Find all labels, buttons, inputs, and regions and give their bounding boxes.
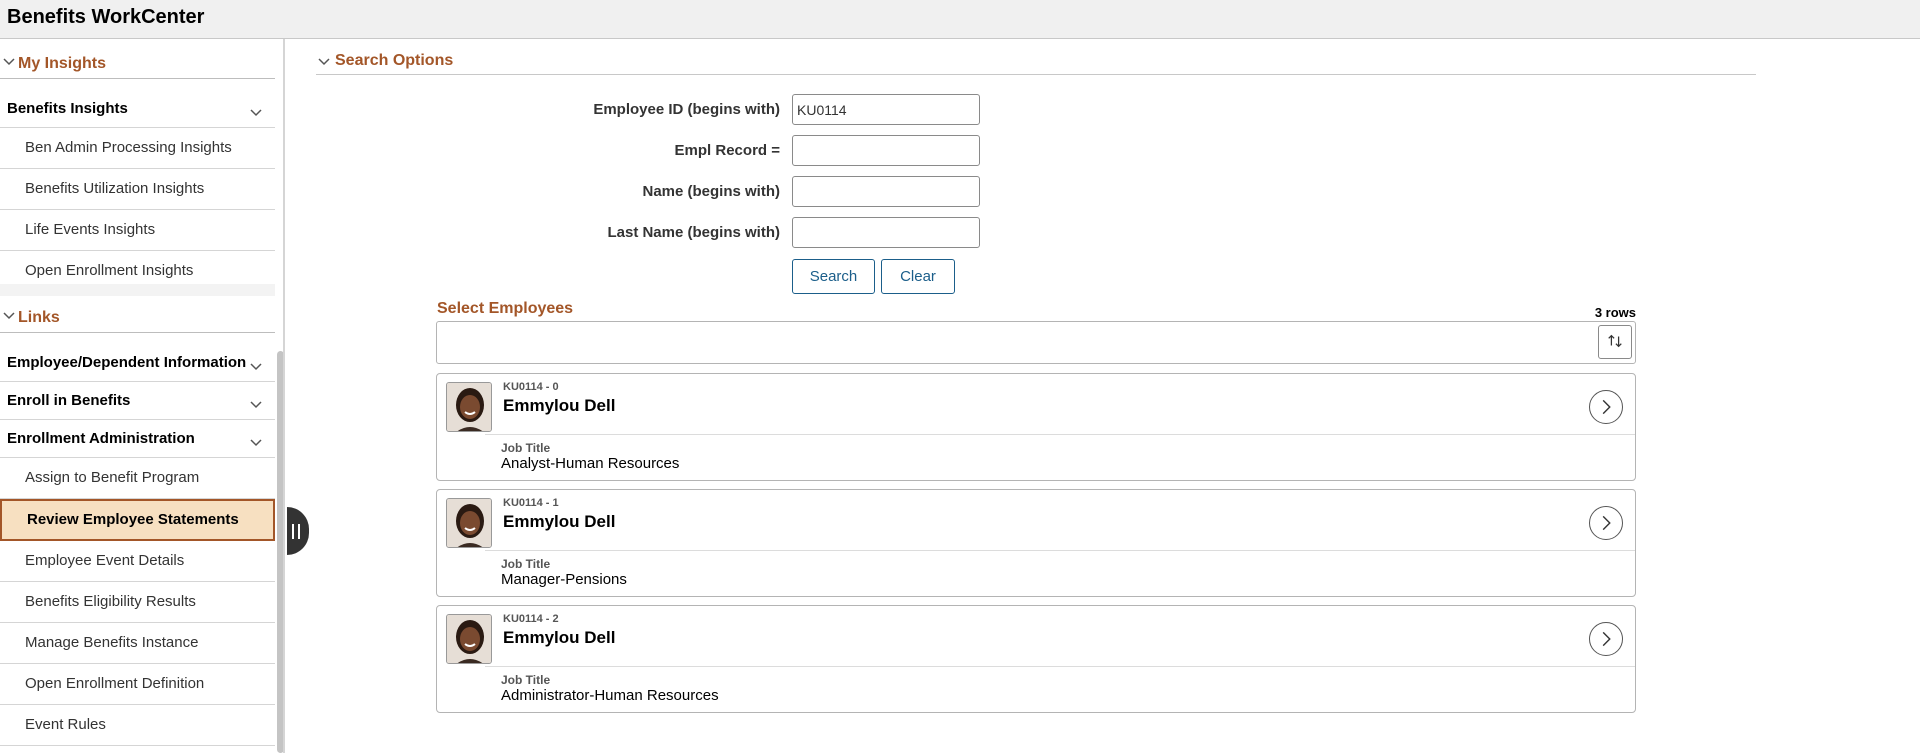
chevron-down-icon bbox=[250, 363, 262, 371]
employee-card[interactable]: KU0114 - 1 Emmylou Dell Job Title Manage… bbox=[436, 489, 1636, 597]
employee-photo bbox=[446, 498, 492, 548]
sidebar-item-label: Open Enrollment Definition bbox=[25, 675, 205, 692]
open-employee-button[interactable] bbox=[1589, 506, 1623, 540]
sidebar-item-label: Event Rules bbox=[25, 716, 106, 733]
last-name-input[interactable] bbox=[792, 217, 980, 248]
open-employee-button[interactable] bbox=[1589, 622, 1623, 656]
last-name-label: Last Name (begins with) bbox=[607, 224, 780, 241]
name-input[interactable] bbox=[792, 176, 980, 207]
employee-id-input[interactable] bbox=[792, 94, 980, 125]
divider bbox=[485, 550, 1635, 551]
clear-button[interactable]: Clear bbox=[881, 259, 955, 294]
sidebar-item-label: Benefits Utilization Insights bbox=[25, 180, 205, 197]
employee-id: KU0114 - 1 bbox=[503, 497, 559, 509]
chevron-down-icon bbox=[318, 58, 330, 66]
employee-photo bbox=[446, 614, 492, 664]
sidebar-item-assign-to-benefit-program[interactable]: Assign to Benefit Program bbox=[0, 458, 275, 499]
select-employees-title: Select Employees bbox=[437, 300, 574, 317]
title-bar: Benefits WorkCenter bbox=[0, 0, 1920, 39]
name-label: Name (begins with) bbox=[642, 183, 780, 200]
search-options-header[interactable]: Search Options bbox=[316, 50, 1756, 75]
search-button[interactable]: Search bbox=[792, 259, 875, 294]
job-title-value: Analyst-Human Resources bbox=[501, 455, 680, 472]
sidebar-item-event-rules[interactable]: Event Rules bbox=[0, 705, 275, 746]
chevron-right-icon bbox=[1602, 515, 1611, 531]
sidebar: My Insights Benefits Insights Ben Admin … bbox=[0, 39, 285, 753]
chevron-down-icon bbox=[250, 401, 262, 409]
empl-record-label: Empl Record = bbox=[674, 142, 780, 159]
sidebar-item-ben-admin-processing-insights[interactable]: Ben Admin Processing Insights bbox=[0, 128, 275, 169]
search-options-title: Search Options bbox=[335, 52, 454, 69]
section-separator bbox=[0, 284, 275, 296]
employee-dependent-information-header[interactable]: Employee/Dependent Information bbox=[0, 344, 275, 382]
employee-card[interactable]: KU0114 - 0 Emmylou Dell Job Title Analys… bbox=[436, 373, 1636, 481]
job-title-value: Manager-Pensions bbox=[501, 571, 627, 588]
job-title-label: Job Title bbox=[501, 441, 551, 455]
sidebar-item-benefits-utilization-insights[interactable]: Benefits Utilization Insights bbox=[0, 169, 275, 210]
enroll-in-benefits-label: Enroll in Benefits bbox=[7, 392, 131, 409]
chevron-right-icon bbox=[1602, 399, 1611, 415]
chevron-right-icon bbox=[1602, 631, 1611, 647]
employee-name: Emmylou Dell bbox=[503, 512, 616, 531]
sidebar-item-label: Life Events Insights bbox=[25, 221, 156, 238]
my-insights-header[interactable]: My Insights bbox=[0, 49, 275, 79]
job-title-label: Job Title bbox=[501, 673, 551, 687]
sidebar-item-label: Benefits Eligibility Results bbox=[25, 593, 196, 610]
row-count: 3 rows bbox=[1594, 305, 1636, 320]
links-header[interactable]: Links bbox=[0, 303, 275, 333]
employee-id: KU0114 - 0 bbox=[503, 381, 559, 393]
sidebar-item-review-employee-statements[interactable]: Review Employee Statements bbox=[0, 499, 275, 541]
chevron-down-icon bbox=[250, 109, 262, 117]
employee-card[interactable]: KU0114 - 2 Emmylou Dell Job Title Admini… bbox=[436, 605, 1636, 713]
employee-name: Emmylou Dell bbox=[503, 628, 616, 647]
sidebar-collapse-handle[interactable] bbox=[287, 507, 309, 555]
employee-id: KU0114 - 2 bbox=[503, 613, 559, 625]
benefits-insights-label: Benefits Insights bbox=[7, 100, 128, 117]
page-title: Benefits WorkCenter bbox=[7, 6, 205, 28]
enroll-in-benefits-header[interactable]: Enroll in Benefits bbox=[0, 382, 275, 420]
divider bbox=[485, 666, 1635, 667]
chevron-down-icon bbox=[3, 58, 15, 66]
open-employee-button[interactable] bbox=[1589, 390, 1623, 424]
divider bbox=[485, 434, 1635, 435]
sidebar-item-employee-event-details[interactable]: Employee Event Details bbox=[0, 541, 275, 582]
sidebar-scrollbar[interactable] bbox=[277, 351, 283, 753]
empl-record-input[interactable] bbox=[792, 135, 980, 166]
links-label: Links bbox=[18, 309, 60, 326]
sort-icon bbox=[1608, 334, 1622, 347]
sidebar-item-label: Ben Admin Processing Insights bbox=[25, 139, 232, 156]
sidebar-item-life-events-insights[interactable]: Life Events Insights bbox=[0, 210, 275, 251]
splitter-icon bbox=[292, 524, 300, 539]
sidebar-item-manage-benefits-instance[interactable]: Manage Benefits Instance bbox=[0, 623, 275, 664]
job-title-value: Administrator-Human Resources bbox=[501, 687, 719, 704]
sidebar-item-label: Review Employee Statements bbox=[27, 511, 239, 528]
employee-name: Emmylou Dell bbox=[503, 396, 616, 415]
my-insights-label: My Insights bbox=[18, 55, 107, 72]
sidebar-item-open-enrollment-definition[interactable]: Open Enrollment Definition bbox=[0, 664, 275, 705]
enrollment-administration-label: Enrollment Administration bbox=[7, 430, 195, 447]
enrollment-administration-header[interactable]: Enrollment Administration bbox=[0, 420, 275, 458]
sidebar-item-label: Employee Event Details bbox=[25, 552, 185, 569]
employee-dependent-label: Employee/Dependent Information bbox=[7, 354, 247, 371]
grid-toolbar bbox=[436, 321, 1636, 364]
employee-photo bbox=[446, 382, 492, 432]
sort-button[interactable] bbox=[1598, 325, 1632, 359]
job-title-label: Job Title bbox=[501, 557, 551, 571]
sidebar-item-label: Manage Benefits Instance bbox=[25, 634, 199, 651]
sidebar-item-benefits-eligibility-results[interactable]: Benefits Eligibility Results bbox=[0, 582, 275, 623]
sidebar-item-label: Assign to Benefit Program bbox=[25, 469, 200, 486]
employee-id-label: Employee ID (begins with) bbox=[593, 101, 780, 118]
benefits-insights-header[interactable]: Benefits Insights bbox=[0, 90, 275, 128]
chevron-down-icon bbox=[250, 439, 262, 447]
sidebar-item-label: Open Enrollment Insights bbox=[25, 262, 194, 279]
chevron-down-icon bbox=[3, 312, 15, 320]
